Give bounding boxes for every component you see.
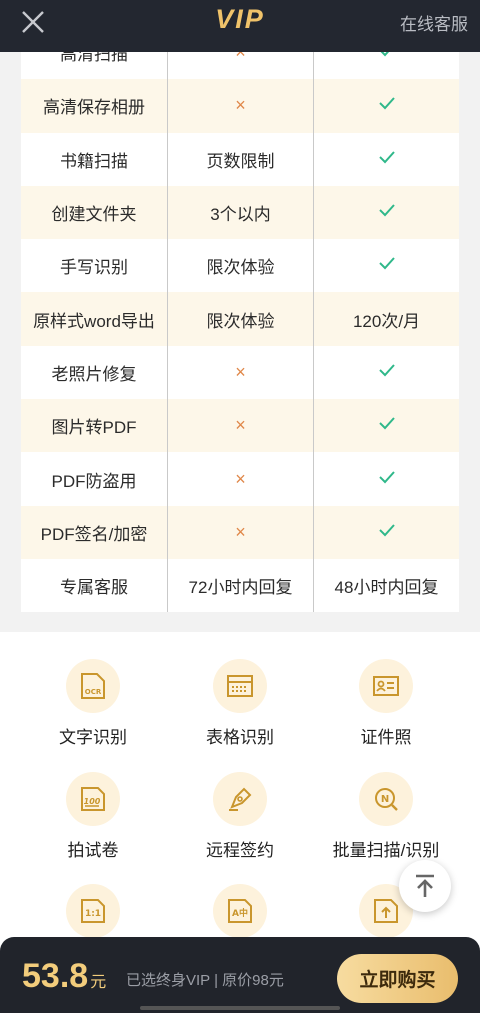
purchase-bar: 53.8 元 已选终身VIP | 原价98元 立即购买 [0,937,480,1013]
vip-cell [314,133,459,186]
exam-icon: 100 [66,772,120,826]
feature-item[interactable]: 远程签约 [160,772,320,861]
comparison-table: 高清扫描 × 高清保存相册 × 书籍扫描 页数限制 创建文件夹 3个以内 手写识别 限次体验 原样式… [21,26,459,613]
top-nav-bar: VIP 在线客服 [0,0,480,52]
table-row: 手写识别 限次体验 [21,239,459,293]
free-cell: × [167,345,314,400]
feature-label: 远程签约 [206,841,274,860]
cross-icon: × [235,95,246,116]
table-row: 书籍扫描 页数限制 [21,132,459,186]
table-row: 图片转PDF × [21,399,459,453]
cross-icon: × [235,468,246,489]
vip-cell [314,506,459,559]
free-cell: 3个以内 [167,185,314,240]
free-cell: × [167,505,314,559]
svg-text:100: 100 [84,797,101,806]
plan-description: 已选终身VIP | 原价98元 [126,972,284,989]
online-service-link[interactable]: 在线客服 [400,10,468,35]
check-icon [378,94,396,117]
check-icon [378,468,396,491]
price-unit: 元 [90,974,107,991]
vip-cell [314,346,459,399]
table-row: 原样式word导出 限次体验 120次/月 [21,292,459,346]
ratio-icon: 1:1 [66,884,120,938]
vip-cell: 120次/月 [352,311,421,331]
comparison-table-container: 高清扫描 × 高清保存相册 × 书籍扫描 页数限制 创建文件夹 3个以内 手写识别 限次体验 原样式… [0,26,480,630]
feature-item[interactable]: 100 拍试卷 [13,772,173,861]
free-cell: × [167,452,314,506]
ocr-icon: OCR [66,659,120,713]
table-row: PDF签名/加密 × [21,505,459,559]
free-cell: 页数限制 [167,132,314,186]
feature-name: 手写识别 [60,258,128,278]
feature-item[interactable]: N 批量扫描/识别 [306,772,466,861]
check-icon [378,521,396,544]
feature-name: 图片转PDF [51,418,137,438]
feature-name: 原样式word导出 [33,311,155,331]
vip-cell [314,239,459,292]
batch-scan-icon: N [359,772,413,826]
feature-name: PDF签名/加密 [40,524,148,544]
free-cell: 限次体验 [167,292,314,346]
table-row: 创建文件夹 3个以内 [21,185,459,240]
check-icon [378,254,396,277]
table-row: PDF防盗用 × [21,452,459,506]
feature-name: 专属客服 [60,578,128,598]
feature-label: 证件照 [360,728,412,747]
table-row: 专属客服 72小时内回复 48小时内回复 [21,558,459,613]
feature-name: 创建文件夹 [51,205,137,225]
feature-name: 书籍扫描 [60,151,128,171]
feature-label: 批量扫描/识别 [332,841,440,860]
feature-label: 拍试卷 [67,841,119,860]
cross-icon: × [235,415,246,436]
cross-icon: × [235,361,246,382]
translate-icon: A中 [213,884,267,938]
vip-cell [314,186,459,239]
table-row: 高清保存相册 × [21,79,459,133]
feature-label: 文字识别 [59,728,127,747]
svg-text:OCR: OCR [85,688,102,696]
check-icon [378,148,396,171]
feature-item[interactable]: OCR 文字识别 [13,659,173,748]
free-cell: 72小时内回复 [167,558,314,613]
buy-now-button[interactable]: 立即购买 [337,954,458,1003]
vip-cell [314,79,459,132]
home-indicator [140,1006,340,1010]
feature-item[interactable]: 表格识别 [160,659,320,748]
price: 53.8 元 [22,957,106,996]
feature-name: 老照片修复 [51,364,137,384]
check-icon [378,201,396,224]
back-to-top-button[interactable] [399,860,451,912]
feature-label: 表格识别 [206,728,274,747]
free-cell: × [167,79,314,133]
pen-icon [213,772,267,826]
price-value: 53.8 [22,957,89,995]
vip-cell [314,452,459,505]
vip-cell [314,399,459,452]
svg-text:N: N [381,794,389,805]
cross-icon: × [235,521,246,542]
check-icon [378,414,396,437]
feature-item[interactable]: 证件照 [306,659,466,748]
svg-text:1:1: 1:1 [85,909,101,919]
free-cell: × [167,399,314,453]
svg-text:A中: A中 [232,907,248,919]
vip-cell: 48小时内回复 [334,578,439,598]
arrow-up-icon [416,874,434,897]
table-icon [213,659,267,713]
feature-name: 高清保存相册 [43,98,145,118]
id-photo-icon [359,659,413,713]
table-row: 老照片修复 × [21,345,459,400]
check-icon [378,361,396,384]
feature-name: PDF防盗用 [51,471,137,491]
free-cell: 限次体验 [167,239,314,293]
